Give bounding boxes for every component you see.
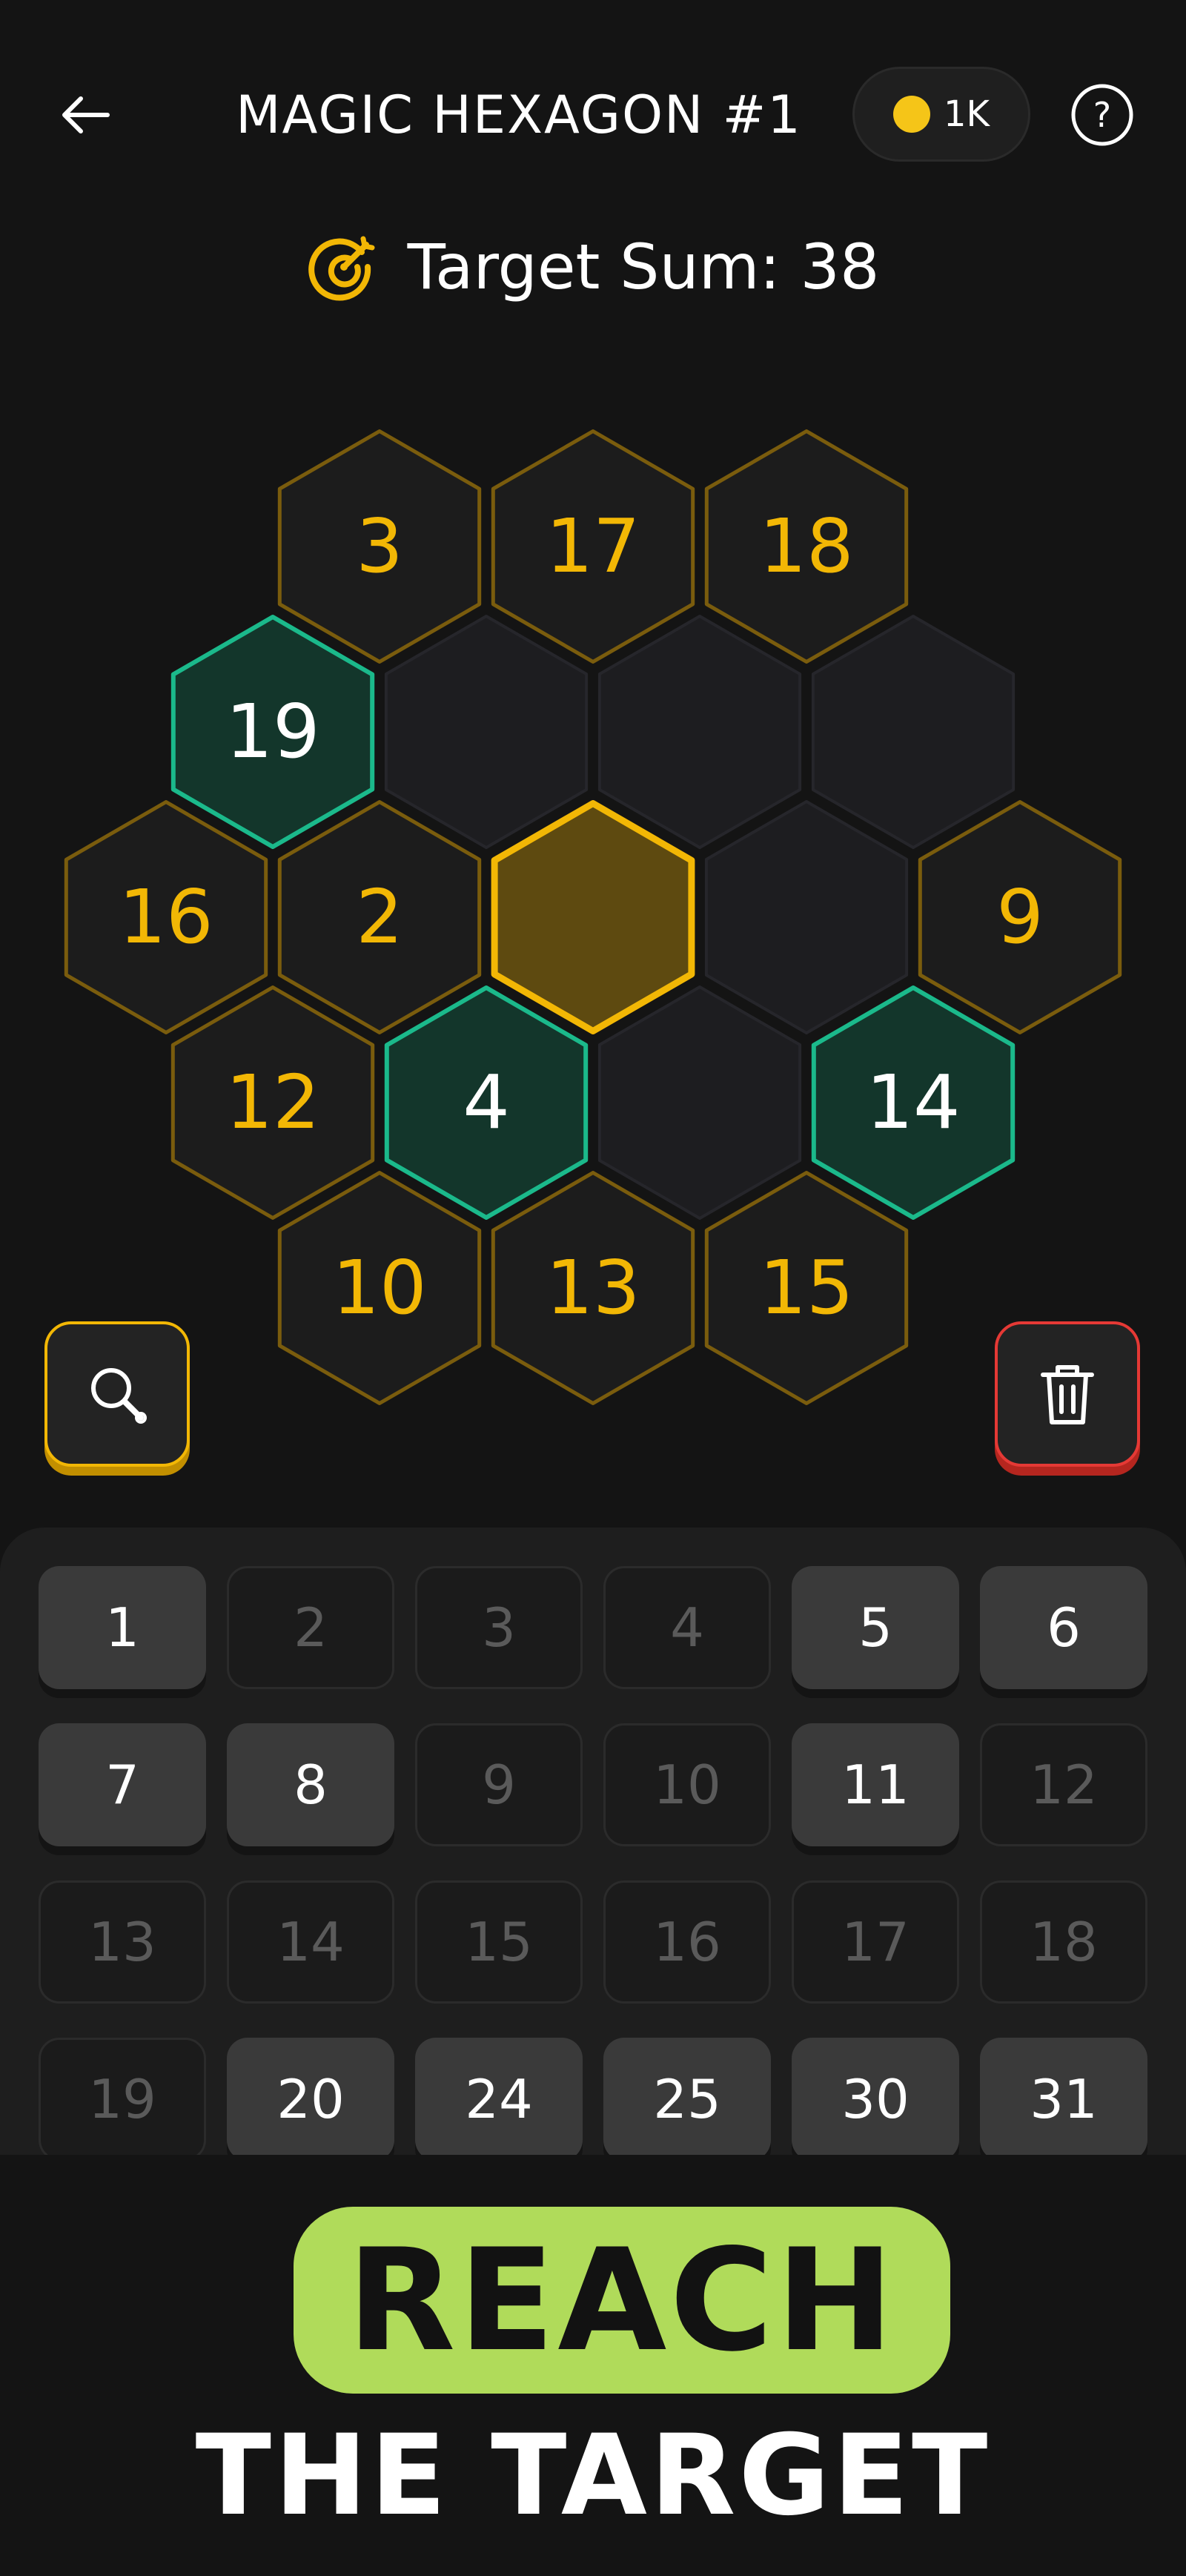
keypad-key-1[interactable]: 1	[39, 1566, 206, 1689]
keypad-key-13: 13	[39, 1880, 206, 2004]
hex-cell-2-2[interactable]	[491, 800, 695, 1034]
help-button[interactable]: ?	[1069, 82, 1136, 148]
reach-badge: REACH	[294, 2207, 950, 2394]
hex-cell-2-0[interactable]: 16	[64, 800, 268, 1034]
hex-board: 3 17 18 16 2 9 12 10 13 15 19 4 14	[0, 415, 1186, 1424]
hex-cell-2-3[interactable]	[704, 800, 909, 1034]
keypad-key-4: 4	[603, 1566, 771, 1689]
target-icon	[308, 236, 375, 301]
hex-value: 12	[225, 1059, 319, 1146]
coin-icon	[892, 96, 930, 133]
coin-count: 1K	[943, 93, 990, 135]
hex-cell-4-2[interactable]: 15	[704, 1171, 909, 1405]
keypad-key-9: 9	[415, 1723, 583, 1846]
keypad-key-8[interactable]: 8	[227, 1723, 394, 1846]
keypad-key-7[interactable]: 7	[39, 1723, 206, 1846]
hex-value: 16	[119, 873, 213, 960]
hex-value: 3	[356, 503, 403, 589]
back-button[interactable]	[52, 82, 119, 148]
hex-cell-1-3[interactable]	[811, 615, 1016, 849]
keypad-key-18: 18	[980, 1880, 1147, 2004]
banner-line-1: REACH	[347, 2218, 897, 2382]
arrow-left-icon	[62, 96, 110, 133]
keypad-key-16: 16	[603, 1880, 771, 2004]
hex-cell-1-1[interactable]	[384, 615, 589, 849]
keypad-key-6[interactable]: 6	[980, 1566, 1147, 1689]
hex-shape	[704, 800, 909, 1034]
target-sum: Target Sum: 38	[282, 222, 904, 311]
hex-value: 9	[996, 873, 1044, 960]
hex-value: 10	[332, 1244, 426, 1331]
magnifier-icon	[91, 1368, 147, 1424]
hex-cell-4-1[interactable]: 13	[491, 1171, 695, 1405]
question-circle-icon: ?	[1071, 84, 1133, 146]
promo-banner: REACH THE TARGET	[0, 2155, 1186, 2576]
hex-shape	[597, 985, 802, 1220]
header: MAGIC HEXAGON #1 1K ?	[0, 0, 1186, 230]
hex-value: 15	[759, 1244, 853, 1331]
hex-cell-1-0[interactable]: 19	[170, 615, 375, 849]
svg-text:?: ?	[1093, 95, 1111, 135]
keypad-key-17: 17	[792, 1880, 959, 2004]
hex-value: 19	[225, 688, 319, 775]
hex-value: 18	[759, 503, 853, 589]
hex-cell-3-1[interactable]: 4	[384, 985, 589, 1220]
keypad-key-19: 19	[39, 2038, 206, 2158]
keypad-key-31[interactable]: 31	[980, 2038, 1147, 2158]
keypad-key-15: 15	[415, 1880, 583, 2004]
keypad-key-20[interactable]: 20	[227, 2038, 394, 2158]
hex-value: 13	[546, 1244, 640, 1331]
clear-button[interactable]	[995, 1321, 1140, 1467]
keypad-key-14: 14	[227, 1880, 394, 2004]
hex-shape	[597, 615, 802, 849]
coin-balance-button[interactable]: 1K	[852, 67, 1030, 162]
keypad-key-10: 10	[603, 1723, 771, 1846]
keypad-key-2: 2	[227, 1566, 394, 1689]
number-keypad: 1 2 3 4 5 6 7 8 9 10 11 12 13 14 15 16 17 18 19 20 24 25 30 31	[0, 1528, 1186, 2158]
hex-value: 2	[356, 873, 403, 960]
hex-shape	[384, 615, 589, 849]
keypad-key-11[interactable]: 11	[792, 1723, 959, 1846]
hex-cell-0-2[interactable]: 18	[704, 429, 909, 664]
hex-value: 14	[866, 1059, 960, 1146]
target-sum-label: Target Sum: 38	[407, 231, 880, 303]
hex-cell-2-1[interactable]: 2	[277, 800, 482, 1034]
keypad-key-25[interactable]: 25	[603, 2038, 771, 2158]
hex-shape	[811, 615, 1016, 849]
hex-cell-0-0[interactable]: 3	[277, 429, 482, 664]
hex-cell-4-0[interactable]: 10	[277, 1171, 482, 1405]
keypad-key-12: 12	[980, 1723, 1147, 1846]
keypad-key-30[interactable]: 30	[792, 2038, 959, 2158]
hex-value: 4	[463, 1059, 510, 1146]
keypad-key-5[interactable]: 5	[792, 1566, 959, 1689]
trash-icon	[1041, 1365, 1094, 1424]
hex-value: 17	[546, 503, 640, 589]
page-title: MAGIC HEXAGON #1	[236, 85, 802, 145]
hex-cell-1-2[interactable]	[597, 615, 802, 849]
hex-cell-2-4[interactable]: 9	[918, 800, 1122, 1034]
banner-line-2: THE TARGET	[195, 2411, 991, 2540]
keypad-key-24[interactable]: 24	[415, 2038, 583, 2158]
hint-button[interactable]	[44, 1321, 190, 1467]
hex-grid: 3 17 18 16 2 9 12 10 13 15 19 4 14	[64, 429, 1122, 1405]
hex-cell-3-0[interactable]: 12	[170, 985, 375, 1220]
hex-cell-0-1[interactable]: 17	[491, 429, 695, 664]
keypad-key-3: 3	[415, 1566, 583, 1689]
hex-shape	[491, 800, 695, 1034]
hex-cell-3-3[interactable]: 14	[811, 985, 1016, 1220]
hex-cell-3-2[interactable]	[597, 985, 802, 1220]
